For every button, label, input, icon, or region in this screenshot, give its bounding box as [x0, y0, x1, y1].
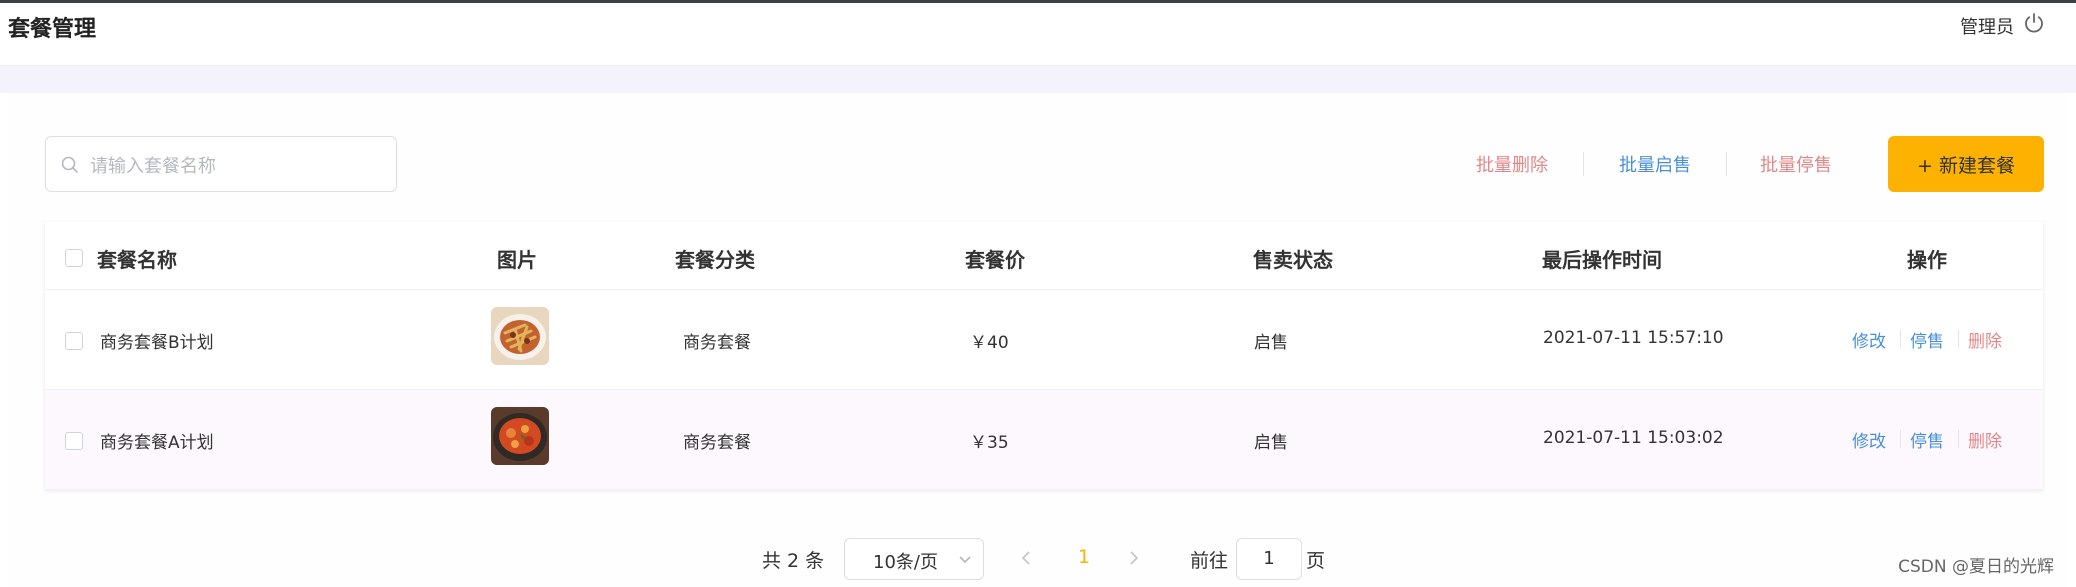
page-size-value: 10条/页 — [873, 552, 938, 573]
column-header-updated: 最后操作时间 — [1542, 248, 1662, 272]
divider — [1958, 330, 1959, 348]
combo-price: ￥40 — [970, 333, 1009, 353]
column-header-actions: 操作 — [1907, 248, 1947, 272]
delete-button[interactable]: 删除 — [1968, 327, 2002, 352]
search-placeholder: 请输入套餐名称 — [90, 156, 216, 177]
top-bar: 套餐管理 管理员 — [0, 0, 2076, 66]
combo-category: 商务套餐 — [683, 333, 751, 353]
watermark: CSDN @夏日的光辉 — [1898, 557, 2054, 577]
total-count: 共 2 条 — [762, 550, 825, 572]
divider — [1583, 152, 1584, 176]
column-header-price: 套餐价 — [965, 248, 1025, 272]
combo-category: 商务套餐 — [683, 433, 751, 453]
chevron-down-icon — [959, 556, 971, 564]
column-header-category: 套餐分类 — [675, 248, 755, 272]
combo-price: ￥35 — [970, 433, 1009, 453]
combo-name: 商务套餐A计划 — [100, 433, 214, 453]
edit-button[interactable]: 修改 — [1852, 327, 1886, 352]
food-thumbnail — [491, 307, 549, 365]
divider — [1900, 430, 1901, 448]
page-background-band — [0, 66, 2076, 93]
batch-disable-button[interactable]: 批量停售 — [1760, 151, 1832, 177]
combo-table: 套餐名称 图片 套餐分类 套餐价 售卖状态 最后操作时间 操作 商务套餐B计划 … — [45, 222, 2043, 490]
batch-delete-button[interactable]: 批量删除 — [1476, 151, 1548, 177]
divider — [1726, 152, 1727, 176]
combo-name: 商务套餐B计划 — [100, 333, 214, 353]
search-icon — [61, 156, 78, 173]
power-icon[interactable] — [2022, 11, 2046, 35]
table-header: 套餐名称 图片 套餐分类 套餐价 售卖状态 最后操作时间 操作 — [45, 222, 2043, 290]
row-checkbox[interactable] — [65, 332, 83, 350]
table-row: 商务套餐A计划 商务套餐 ￥35 启售 2021-07-11 15:03:02 … — [45, 390, 2043, 490]
page-title: 套餐管理 — [8, 17, 97, 42]
page-suffix: 页 — [1306, 550, 1326, 572]
edit-button[interactable]: 修改 — [1852, 427, 1886, 452]
divider — [1958, 430, 1959, 448]
user-name[interactable]: 管理员 — [1960, 13, 2014, 39]
batch-enable-button[interactable]: 批量启售 — [1619, 151, 1691, 177]
last-updated: 2021-07-11 15:57:10 — [1543, 328, 1724, 348]
table-row: 商务套餐B计划 商务套餐 ￥40 启售 2021-07-11 15:57:10 … — [45, 290, 2043, 390]
food-thumbnail — [491, 407, 549, 465]
new-combo-button[interactable]: + 新建套餐 — [1888, 136, 2044, 192]
goto-page-input[interactable]: 1 — [1236, 538, 1302, 580]
column-header-image: 图片 — [497, 248, 537, 272]
divider — [1900, 330, 1901, 348]
prev-page-icon[interactable] — [1020, 550, 1032, 566]
stop-sale-button[interactable]: 停售 — [1910, 427, 1944, 452]
column-header-status: 售卖状态 — [1253, 248, 1333, 272]
search-input[interactable]: 请输入套餐名称 — [45, 136, 397, 192]
select-all-checkbox[interactable] — [65, 249, 83, 267]
stop-sale-button[interactable]: 停售 — [1910, 327, 1944, 352]
current-page[interactable]: 1 — [1078, 546, 1090, 568]
column-header-name: 套餐名称 — [97, 248, 177, 272]
sale-status: 启售 — [1254, 433, 1288, 453]
page-size-select[interactable]: 10条/页 — [844, 538, 984, 580]
delete-button[interactable]: 删除 — [1968, 427, 2002, 452]
sale-status: 启售 — [1254, 333, 1288, 353]
goto-label: 前往 — [1190, 550, 1229, 572]
row-checkbox[interactable] — [65, 432, 83, 450]
next-page-icon[interactable] — [1128, 550, 1140, 566]
last-updated: 2021-07-11 15:03:02 — [1543, 428, 1724, 448]
